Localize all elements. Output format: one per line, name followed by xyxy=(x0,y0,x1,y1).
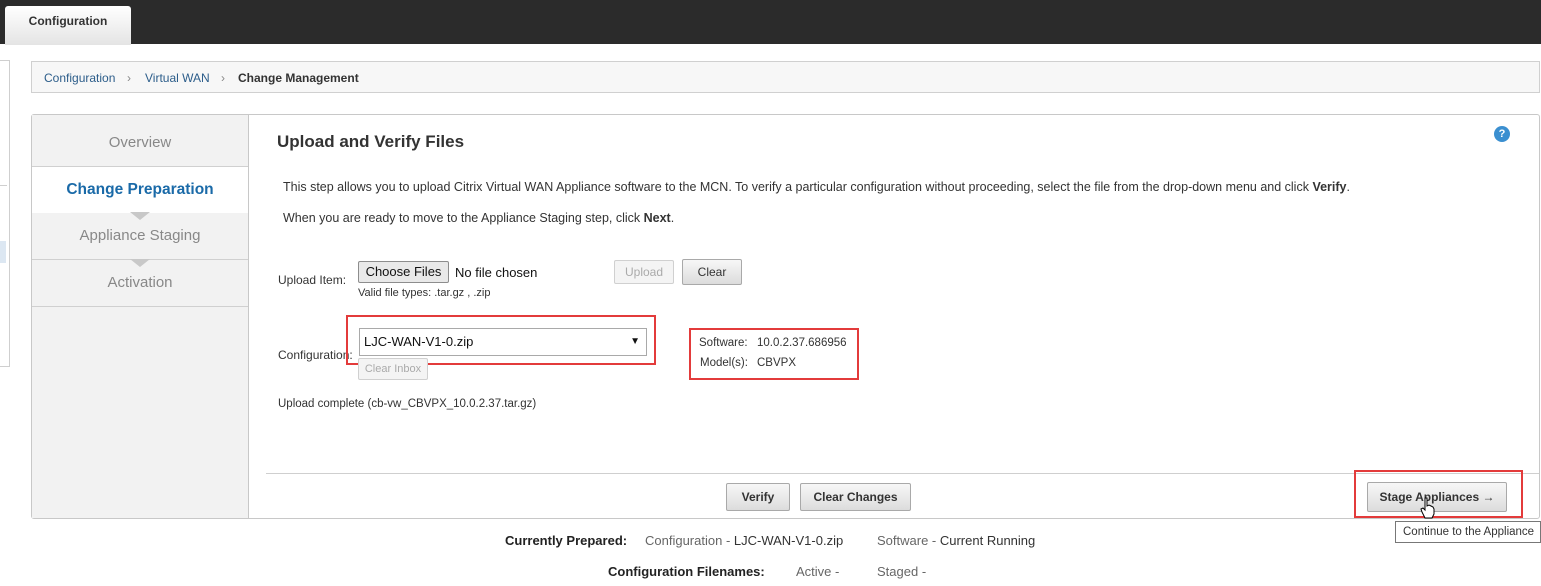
chevron-right-icon: › xyxy=(127,71,131,85)
left-sidebar-edge xyxy=(0,60,10,367)
clear-inbox-button[interactable]: Clear Inbox xyxy=(358,358,428,380)
chevron-right-icon: › xyxy=(221,71,225,85)
highlight-software-info xyxy=(689,328,859,380)
configuration-filenames-label: Configuration Filenames: xyxy=(608,564,765,579)
page-title: Upload and Verify Files xyxy=(277,132,465,151)
breadcrumb-change-management: Change Management xyxy=(238,71,359,85)
clear-changes-button[interactable]: Clear Changes xyxy=(800,483,911,511)
stage-tooltip: Continue to the Appliance xyxy=(1395,521,1541,543)
top-nav-bar: Configuration xyxy=(0,0,1541,45)
valid-file-types: Valid file types: .tar.gz , .zip xyxy=(358,287,491,299)
breadcrumb-configuration[interactable]: Configuration xyxy=(44,71,115,85)
footer-divider xyxy=(266,473,1539,474)
tab-configuration[interactable]: Configuration xyxy=(5,6,131,45)
clear-upload-button[interactable]: Clear xyxy=(682,259,742,285)
software-version: 10.0.2.37.686956 xyxy=(757,337,847,349)
highlight-stage-appliances xyxy=(1354,470,1523,518)
sidebar-divider xyxy=(0,185,7,186)
step-overview[interactable]: Overview xyxy=(32,120,248,167)
hand-cursor-icon xyxy=(1420,497,1435,519)
prepared-software: Software - Current Running xyxy=(877,533,1036,548)
step-change-preparation[interactable]: Change Preparation xyxy=(32,167,248,214)
choose-files-button[interactable]: Choose Files xyxy=(358,261,449,283)
prepared-configuration: Configuration - LJC-WAN-V1-0.zip xyxy=(645,533,844,548)
upload-button[interactable]: Upload xyxy=(614,260,674,284)
currently-prepared-label: Currently Prepared: xyxy=(505,533,628,548)
breadcrumb: Configuration › Virtual WAN › Change Man… xyxy=(31,61,1540,93)
active-filename: Active - xyxy=(796,564,840,579)
step-arrow-icon xyxy=(130,259,150,267)
breadcrumb-virtual-wan[interactable]: Virtual WAN xyxy=(145,71,210,85)
description-next: When you are ready to move to the Applia… xyxy=(283,211,675,225)
no-file-chosen-text: No file chosen xyxy=(455,265,538,280)
wizard-steps: Overview Change Preparation Appliance St… xyxy=(32,115,249,518)
step-appliance-staging[interactable]: Appliance Staging xyxy=(32,213,248,260)
upload-complete-status: Upload complete (cb-vw_CBVPX_10.0.2.37.t… xyxy=(278,398,537,410)
verify-button[interactable]: Verify xyxy=(726,483,790,511)
configuration-label: Configuration: xyxy=(278,348,353,362)
description-verify: This step allows you to upload Citrix Vi… xyxy=(283,180,1350,194)
upload-item-label: Upload Item: xyxy=(278,273,347,287)
models-label: Model(s): xyxy=(700,357,748,369)
sidebar-selected-item[interactable] xyxy=(0,241,6,263)
models-value: CBVPX xyxy=(757,357,796,369)
step-content: Upload and Verify Files ? This step allo… xyxy=(249,115,1539,518)
step-arrow-icon xyxy=(130,212,150,220)
software-info-label: Software: xyxy=(699,337,748,349)
step-activation[interactable]: Activation xyxy=(32,260,248,307)
staged-filename: Staged - xyxy=(877,564,927,579)
change-management-panel: Overview Change Preparation Appliance St… xyxy=(31,114,1540,519)
help-icon[interactable]: ? xyxy=(1494,126,1510,142)
